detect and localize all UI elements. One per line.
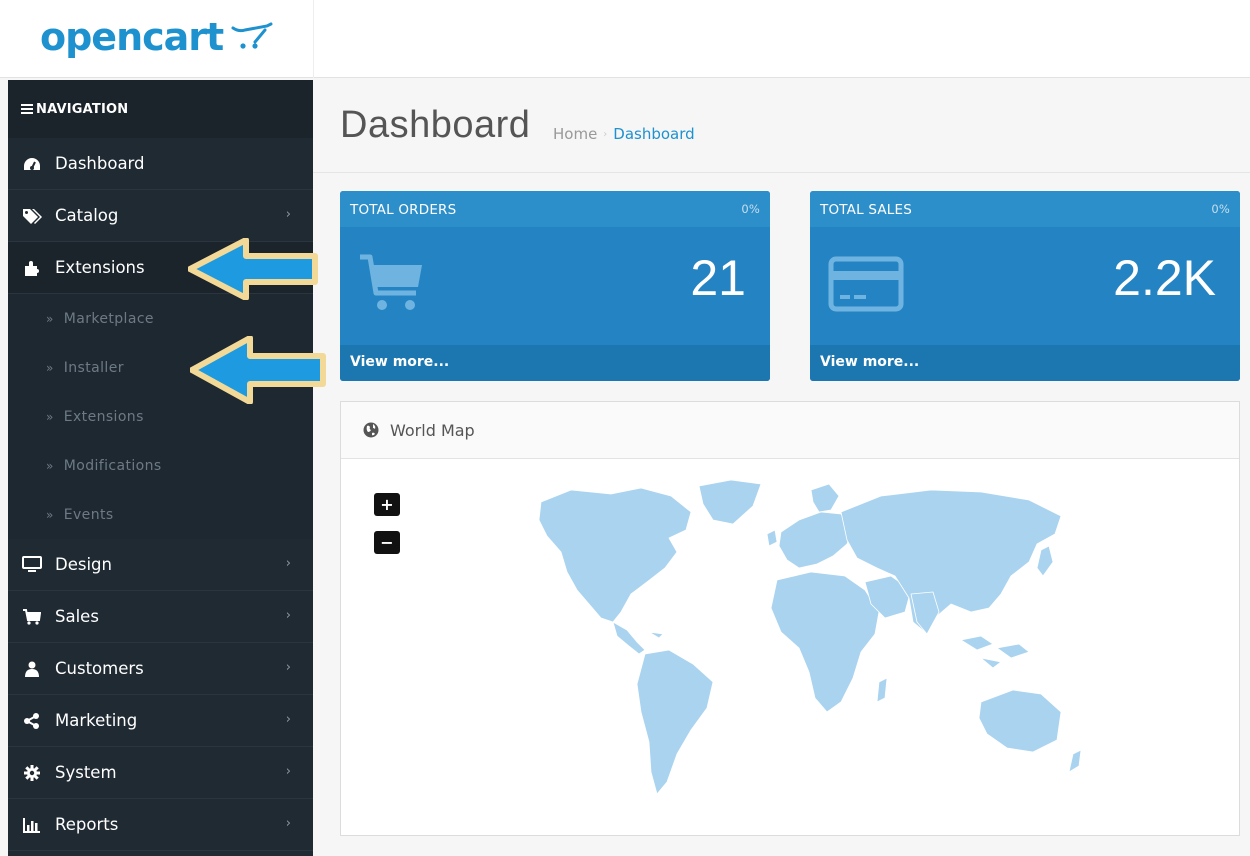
cog-icon	[22, 764, 42, 782]
dashboard-icon	[22, 155, 42, 173]
sidebar-item-label: Marketing	[55, 711, 138, 730]
sidebar-item-reports[interactable]: Reports ›	[8, 799, 313, 851]
tile-percent: 0%	[741, 202, 760, 216]
puzzle-icon	[22, 259, 42, 277]
cart-icon	[360, 254, 422, 310]
chevron-right-icon: ›	[285, 207, 291, 222]
bar-chart-icon	[22, 816, 42, 834]
header-divider	[313, 0, 314, 78]
tile-title: TOTAL SALES	[820, 202, 912, 218]
sidebar-subitem-label: Modifications	[63, 457, 162, 474]
breadcrumb-dashboard[interactable]: Dashboard	[613, 125, 694, 143]
chevron-right-icon: ›	[285, 816, 291, 831]
sidebar-subitem-label: Marketplace	[63, 310, 154, 327]
sidebar-item-customers[interactable]: Customers ›	[8, 643, 313, 695]
sidebar-subitem-label: Extensions	[63, 408, 144, 425]
map-central-america	[612, 621, 646, 655]
panel-title: World Map	[390, 420, 475, 440]
sidebar-item-label: System	[55, 763, 117, 782]
user-icon	[22, 660, 42, 678]
double-chevron-icon: »	[46, 360, 54, 375]
sidebar-item-label: Design	[55, 555, 112, 574]
breadcrumb-separator: ›	[603, 128, 608, 140]
content-divider	[313, 172, 1250, 173]
globe-icon	[363, 422, 379, 438]
zoom-out-button[interactable]: −	[374, 531, 400, 554]
sidebar-item-label: Dashboard	[55, 154, 145, 173]
sidebar-item-dashboard[interactable]: Dashboard	[8, 138, 313, 190]
sidebar-item-label: Extensions	[55, 258, 145, 277]
chevron-right-icon: ›	[285, 608, 291, 623]
double-chevron-icon: »	[46, 458, 54, 473]
breadcrumb: Home › Dashboard	[553, 125, 695, 143]
chevron-right-icon: ›	[285, 660, 291, 675]
tile-title: TOTAL ORDERS	[350, 202, 457, 218]
double-chevron-icon: »	[46, 507, 54, 522]
chevron-right-icon: ›	[285, 556, 291, 571]
sidebar-subitem-modifications[interactable]: » Modifications	[8, 441, 313, 490]
logo-text: opencart	[40, 15, 224, 59]
annotation-arrow-installer	[190, 336, 326, 404]
annotation-arrow-extensions	[188, 238, 318, 300]
sidebar-item-catalog[interactable]: Catalog ›	[8, 190, 313, 242]
view-more-link[interactable]: View more...	[350, 354, 449, 370]
tile-footer: View more...	[810, 345, 1240, 381]
tile-header: TOTAL ORDERS 0%	[340, 191, 770, 227]
cart-icon	[22, 608, 42, 626]
map-north-america	[538, 487, 692, 623]
tile-total-sales: TOTAL SALES 0% 2.2K View more...	[810, 191, 1240, 381]
hamburger-icon	[21, 104, 33, 114]
tile-body: 2.2K	[810, 227, 1240, 345]
sidebar-item-label: Catalog	[55, 206, 119, 225]
sidebar-subitem-label: Installer	[63, 359, 124, 376]
map-greenland	[698, 479, 762, 525]
sidebar: NAVIGATION Dashboard Catalog › Extension…	[8, 80, 313, 856]
logo-cart-icon	[231, 22, 273, 49]
map-africa	[770, 571, 880, 713]
tile-value: 2.2K	[1113, 250, 1216, 306]
sidebar-item-label: Customers	[55, 659, 144, 678]
monitor-icon	[22, 556, 42, 574]
breadcrumb-home[interactable]: Home	[553, 125, 597, 143]
navigation-header[interactable]: NAVIGATION	[8, 80, 313, 138]
sidebar-item-design[interactable]: Design ›	[8, 539, 313, 591]
map-australia	[978, 689, 1062, 753]
sidebar-item-label: Reports	[55, 815, 119, 834]
page-title: Dashboard	[340, 104, 531, 146]
logo[interactable]: opencart	[40, 12, 275, 62]
tags-icon	[22, 207, 42, 225]
world-map-panel: World Map + −	[340, 401, 1240, 836]
zoom-in-button[interactable]: +	[374, 493, 400, 516]
view-more-link[interactable]: View more...	[820, 354, 919, 370]
sidebar-item-sales[interactable]: Sales ›	[8, 591, 313, 643]
map-europe	[778, 511, 854, 569]
panel-header: World Map	[341, 402, 1239, 459]
share-icon	[22, 712, 42, 730]
double-chevron-icon: »	[46, 409, 54, 424]
tile-body: 21	[340, 227, 770, 345]
tile-percent: 0%	[1211, 202, 1230, 216]
tile-value: 21	[690, 250, 746, 306]
double-chevron-icon: »	[46, 311, 54, 326]
tile-footer: View more...	[340, 345, 770, 381]
world-map[interactable]	[481, 472, 1101, 812]
map-south-america	[636, 649, 714, 795]
chevron-right-icon: ›	[285, 764, 291, 779]
tile-total-orders: TOTAL ORDERS 0% 21 View more...	[340, 191, 770, 381]
sidebar-item-system[interactable]: System ›	[8, 747, 313, 799]
sidebar-subitem-events[interactable]: » Events	[8, 490, 313, 539]
navigation-label: NAVIGATION	[36, 101, 129, 117]
sidebar-item-label: Sales	[55, 607, 99, 626]
sidebar-subitem-label: Events	[63, 506, 114, 523]
credit-card-icon	[828, 256, 904, 312]
header: opencart	[0, 0, 1250, 78]
sidebar-item-marketing[interactable]: Marketing ›	[8, 695, 313, 747]
chevron-right-icon: ›	[285, 712, 291, 727]
tile-header: TOTAL SALES 0%	[810, 191, 1240, 227]
